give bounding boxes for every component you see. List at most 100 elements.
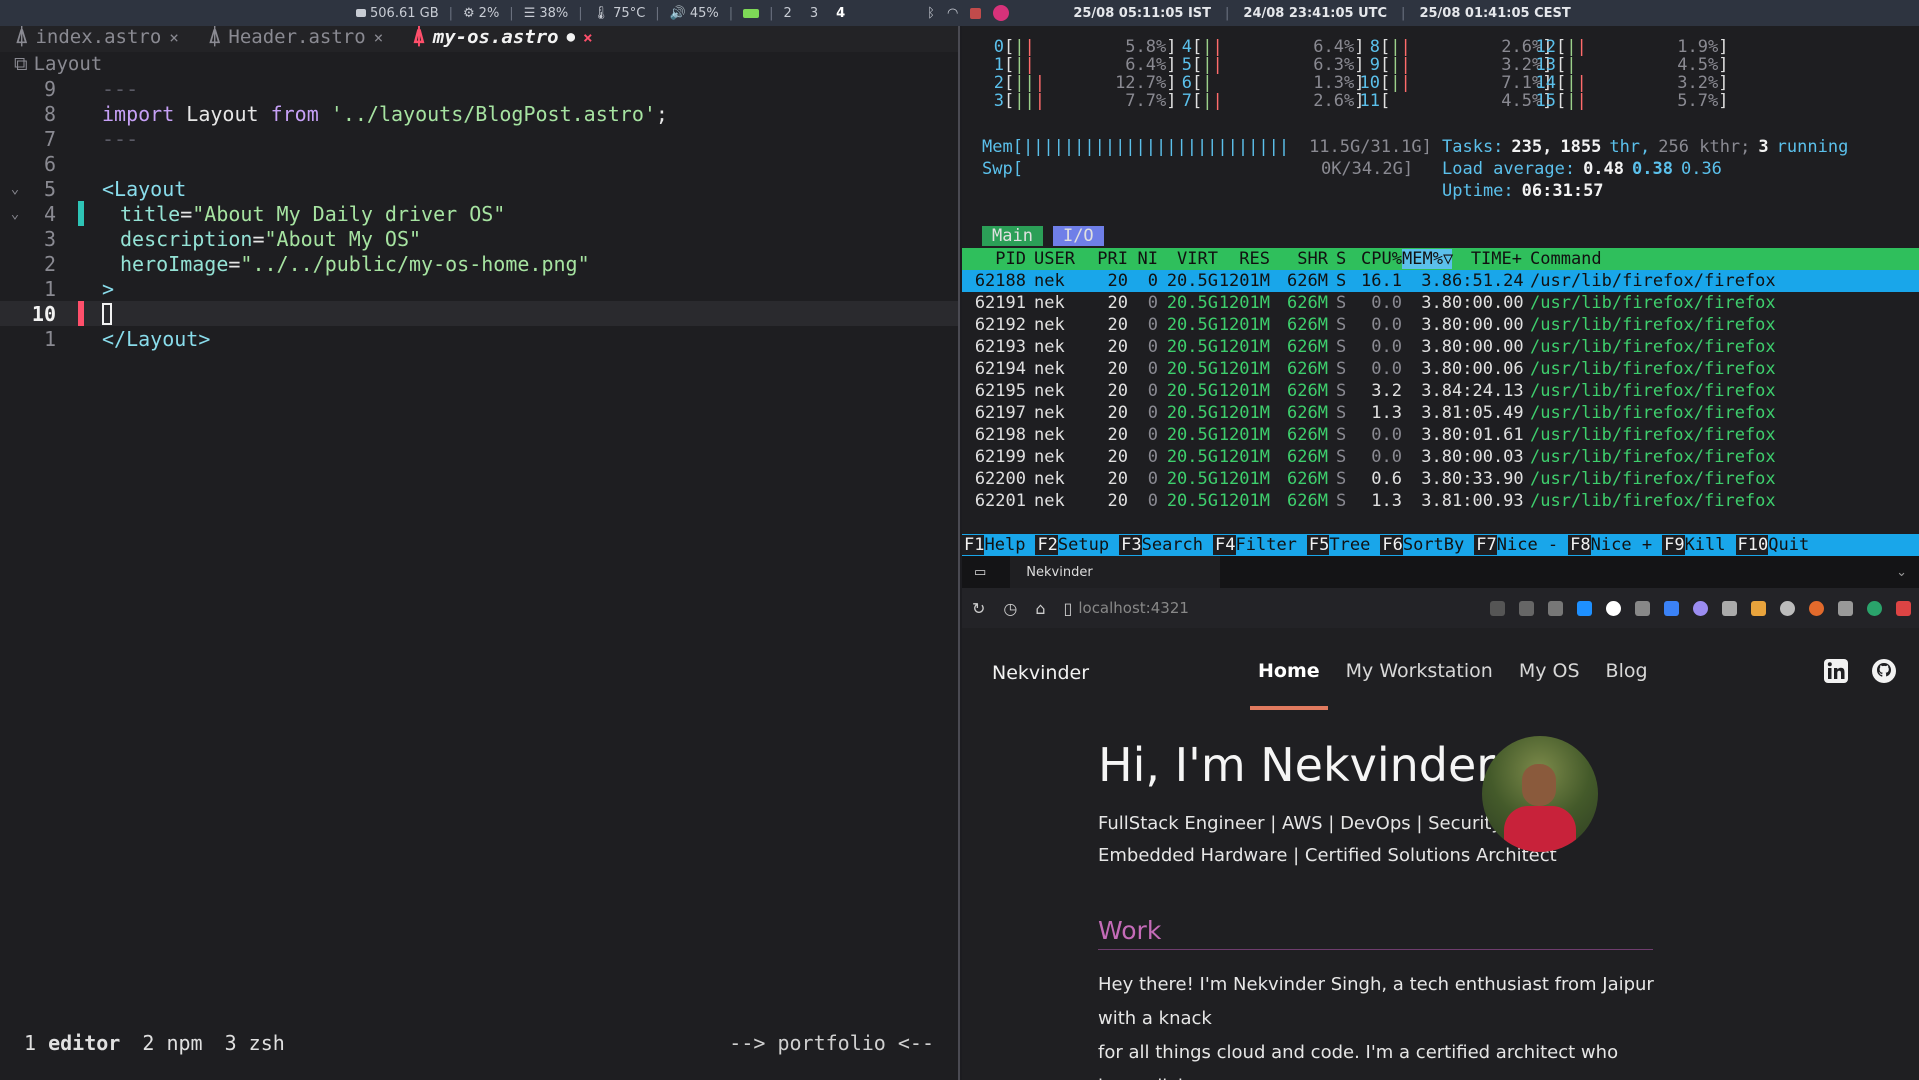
reload-icon[interactable]: ↻ xyxy=(972,599,985,618)
column-header[interactable]: CPU% xyxy=(1348,249,1402,269)
fkey-f8[interactable]: F8 Nice + xyxy=(1568,534,1662,556)
tmux-window-zsh[interactable]: 3 zsh xyxy=(225,1031,285,1055)
close-icon[interactable]: × xyxy=(374,28,384,47)
column-header[interactable]: TIME+ xyxy=(1452,249,1522,269)
tmux-window-npm[interactable]: 2 npm xyxy=(142,1031,202,1055)
metamask-icon[interactable] xyxy=(1751,600,1766,616)
extension-icon[interactable] xyxy=(1780,600,1795,616)
notion-icon[interactable] xyxy=(1606,600,1621,616)
tab-index-astro[interactable]: ⍋ index.astro × xyxy=(0,26,193,52)
code-line[interactable]: ⌄ 4 title = "About My Daily driver OS" xyxy=(0,201,958,226)
browser-tab[interactable]: Nekvinder xyxy=(1010,556,1221,588)
site-brand[interactable]: Nekvinder xyxy=(992,662,1089,684)
column-header[interactable]: PRI xyxy=(1072,249,1128,269)
process-row[interactable]: 62198 nek 20 0 20.5G 1201M 626M S 0.0 3.8 0:01.61 /… xyxy=(962,424,1919,446)
process-row[interactable]: 62192 nek 20 0 20.5G 1201M 626M S 0.0 3.8 0:00.00 /… xyxy=(962,314,1919,336)
bitwarden-icon[interactable] xyxy=(1664,600,1679,616)
code-line[interactable]: 8 import Layout from '../layouts/BlogPost… xyxy=(0,101,958,126)
extension-icon[interactable] xyxy=(1635,600,1650,616)
process-row-selected[interactable]: 62188 nek 20 0 20.5G 1201M 626M S 16.1 3.8 6:51.24… xyxy=(962,270,1919,292)
extension-icon[interactable] xyxy=(1896,600,1911,616)
tab-header-astro[interactable]: ⍋ Header.astro × xyxy=(193,26,397,52)
process-row[interactable]: 62194 nek 20 0 20.5G 1201M 626M S 0.0 3.8 0:00.06 /… xyxy=(962,358,1919,380)
tab-my-os-astro[interactable]: ⍋ my-os.astro ● × xyxy=(397,26,606,52)
close-icon[interactable]: × xyxy=(583,28,593,47)
cell-res: 1201M xyxy=(1218,271,1270,291)
tray-app-icon[interactable] xyxy=(970,7,982,19)
wifi-icon[interactable]: ◠ xyxy=(947,6,958,21)
fkey-f1[interactable]: F1 Help xyxy=(962,534,1035,556)
extension-icon[interactable] xyxy=(1838,600,1853,616)
code-line[interactable]: ⌄ 5 <Layout xyxy=(0,176,958,201)
extension-icon[interactable] xyxy=(1867,600,1882,616)
fkey-f6[interactable]: F6 SortBy xyxy=(1380,534,1474,556)
chevron-down-icon[interactable]: ⌄ xyxy=(6,181,24,197)
code-line[interactable]: 2 heroImage = "../../public/my-os-home.png" xyxy=(0,251,958,276)
tab-list-icon[interactable]: ▭ xyxy=(974,565,986,580)
process-row[interactable]: 62201 nek 20 0 20.5G 1201M 626M S 1.3 3.8 1:00.93 /… xyxy=(962,490,1919,512)
code-line-current[interactable]: 10 xyxy=(0,301,958,326)
column-header[interactable]: S xyxy=(1328,249,1348,269)
firefox-tray-icon[interactable] xyxy=(993,5,1010,21)
home-icon[interactable]: ⌂ xyxy=(1035,599,1045,618)
code-line[interactable]: 1 </Layout> xyxy=(0,326,958,351)
column-header[interactable]: VIRT xyxy=(1158,249,1218,269)
fkey-key: F2 xyxy=(1035,535,1058,555)
column-header[interactable]: RES xyxy=(1218,249,1270,269)
linkedin-icon[interactable] xyxy=(1823,658,1849,684)
settings-icon[interactable] xyxy=(1519,600,1534,616)
tmux-window-editor[interactable]: 1 editor xyxy=(24,1031,120,1055)
workspace-4[interactable]: 4 xyxy=(836,6,845,21)
pocket-icon[interactable] xyxy=(1548,600,1563,616)
close-icon[interactable]: × xyxy=(169,28,179,47)
column-header[interactable]: Command xyxy=(1522,249,1742,269)
code-area[interactable]: 9 --- 8 import Layout from '../layouts/Blo… xyxy=(0,76,958,351)
cell-shr: 626M xyxy=(1287,469,1328,489)
column-header[interactable]: NI xyxy=(1128,249,1158,269)
history-icon[interactable]: ◷ xyxy=(1003,599,1017,618)
extension-icon[interactable] xyxy=(1693,600,1708,616)
process-row[interactable]: 62191 nek 20 0 20.5G 1201M 626M S 0.0 3.8 0:00.00 /… xyxy=(962,292,1919,314)
fkey-label: Nice - xyxy=(1496,535,1559,555)
process-row[interactable]: 62193 nek 20 0 20.5G 1201M 626M S 0.0 3.8 0:00.00 /… xyxy=(962,336,1919,358)
url-field[interactable]: localhost:4321 xyxy=(1078,599,1189,617)
process-row[interactable]: 62197 nek 20 0 20.5G 1201M 626M S 1.3 3.8 1:05.49 /… xyxy=(962,402,1919,424)
code-line[interactable]: 3 description = "About My OS" xyxy=(0,226,958,251)
nav-blog[interactable]: Blog xyxy=(1606,652,1648,710)
grid-icon[interactable] xyxy=(1722,600,1737,616)
download-icon[interactable] xyxy=(1577,600,1592,616)
code-line[interactable]: 9 --- xyxy=(0,76,958,101)
bluetooth-icon[interactable]: ᛒ xyxy=(927,6,935,21)
nav-my-os[interactable]: My OS xyxy=(1519,652,1580,710)
chevron-down-icon[interactable]: ⌄ xyxy=(6,206,24,222)
column-header[interactable]: PID xyxy=(962,249,1026,269)
code-line[interactable]: 1 > xyxy=(0,276,958,301)
process-row[interactable]: 62195 nek 20 0 20.5G 1201M 626M S 3.2 3.8 4:24.13 /… xyxy=(962,380,1919,402)
workspace-3[interactable]: 3 xyxy=(810,6,818,21)
nav-my-workstation[interactable]: My Workstation xyxy=(1346,652,1493,710)
fkey-f7[interactable]: F7 Nice - xyxy=(1474,534,1568,556)
volume-widget[interactable]: 🔊 45% xyxy=(670,6,719,21)
column-header[interactable]: MEM%▽ xyxy=(1402,249,1453,269)
code-line[interactable]: 6 xyxy=(0,151,958,176)
process-row[interactable]: 62199 nek 20 0 20.5G 1201M 626M S 0.0 3.8 0:00.03 /… xyxy=(962,446,1919,468)
column-header[interactable]: SHR xyxy=(1270,249,1328,269)
github-icon[interactable] xyxy=(1871,658,1897,684)
translate-icon[interactable] xyxy=(1490,600,1505,616)
extension-icon[interactable] xyxy=(1809,600,1824,616)
fkey-f2[interactable]: F2 Setup xyxy=(1035,534,1119,556)
fkey-f9[interactable]: F9 Kill xyxy=(1662,534,1735,556)
fkey-f10[interactable]: F10 Quit xyxy=(1735,534,1820,556)
fkey-f4[interactable]: F4 Filter xyxy=(1213,534,1307,556)
tab-main[interactable]: Main xyxy=(982,226,1043,246)
workspace-2[interactable]: 2 xyxy=(784,6,792,21)
fkey-f5[interactable]: F5 Tree xyxy=(1306,534,1380,556)
code-line[interactable]: 7 --- xyxy=(0,126,958,151)
fkey-f3[interactable]: F3 Search xyxy=(1119,534,1213,556)
chevron-down-icon[interactable]: ⌄ xyxy=(1896,565,1907,580)
column-header[interactable]: USER xyxy=(1026,249,1075,269)
process-row[interactable]: 62200 nek 20 0 20.5G 1201M 626M S 0.6 3.8 0:33.90 /… xyxy=(962,468,1919,490)
nav-home[interactable]: Home xyxy=(1250,652,1328,710)
tab-io[interactable]: I/O xyxy=(1052,226,1104,246)
breadcrumb[interactable]: ⧉ Layout xyxy=(0,52,958,76)
